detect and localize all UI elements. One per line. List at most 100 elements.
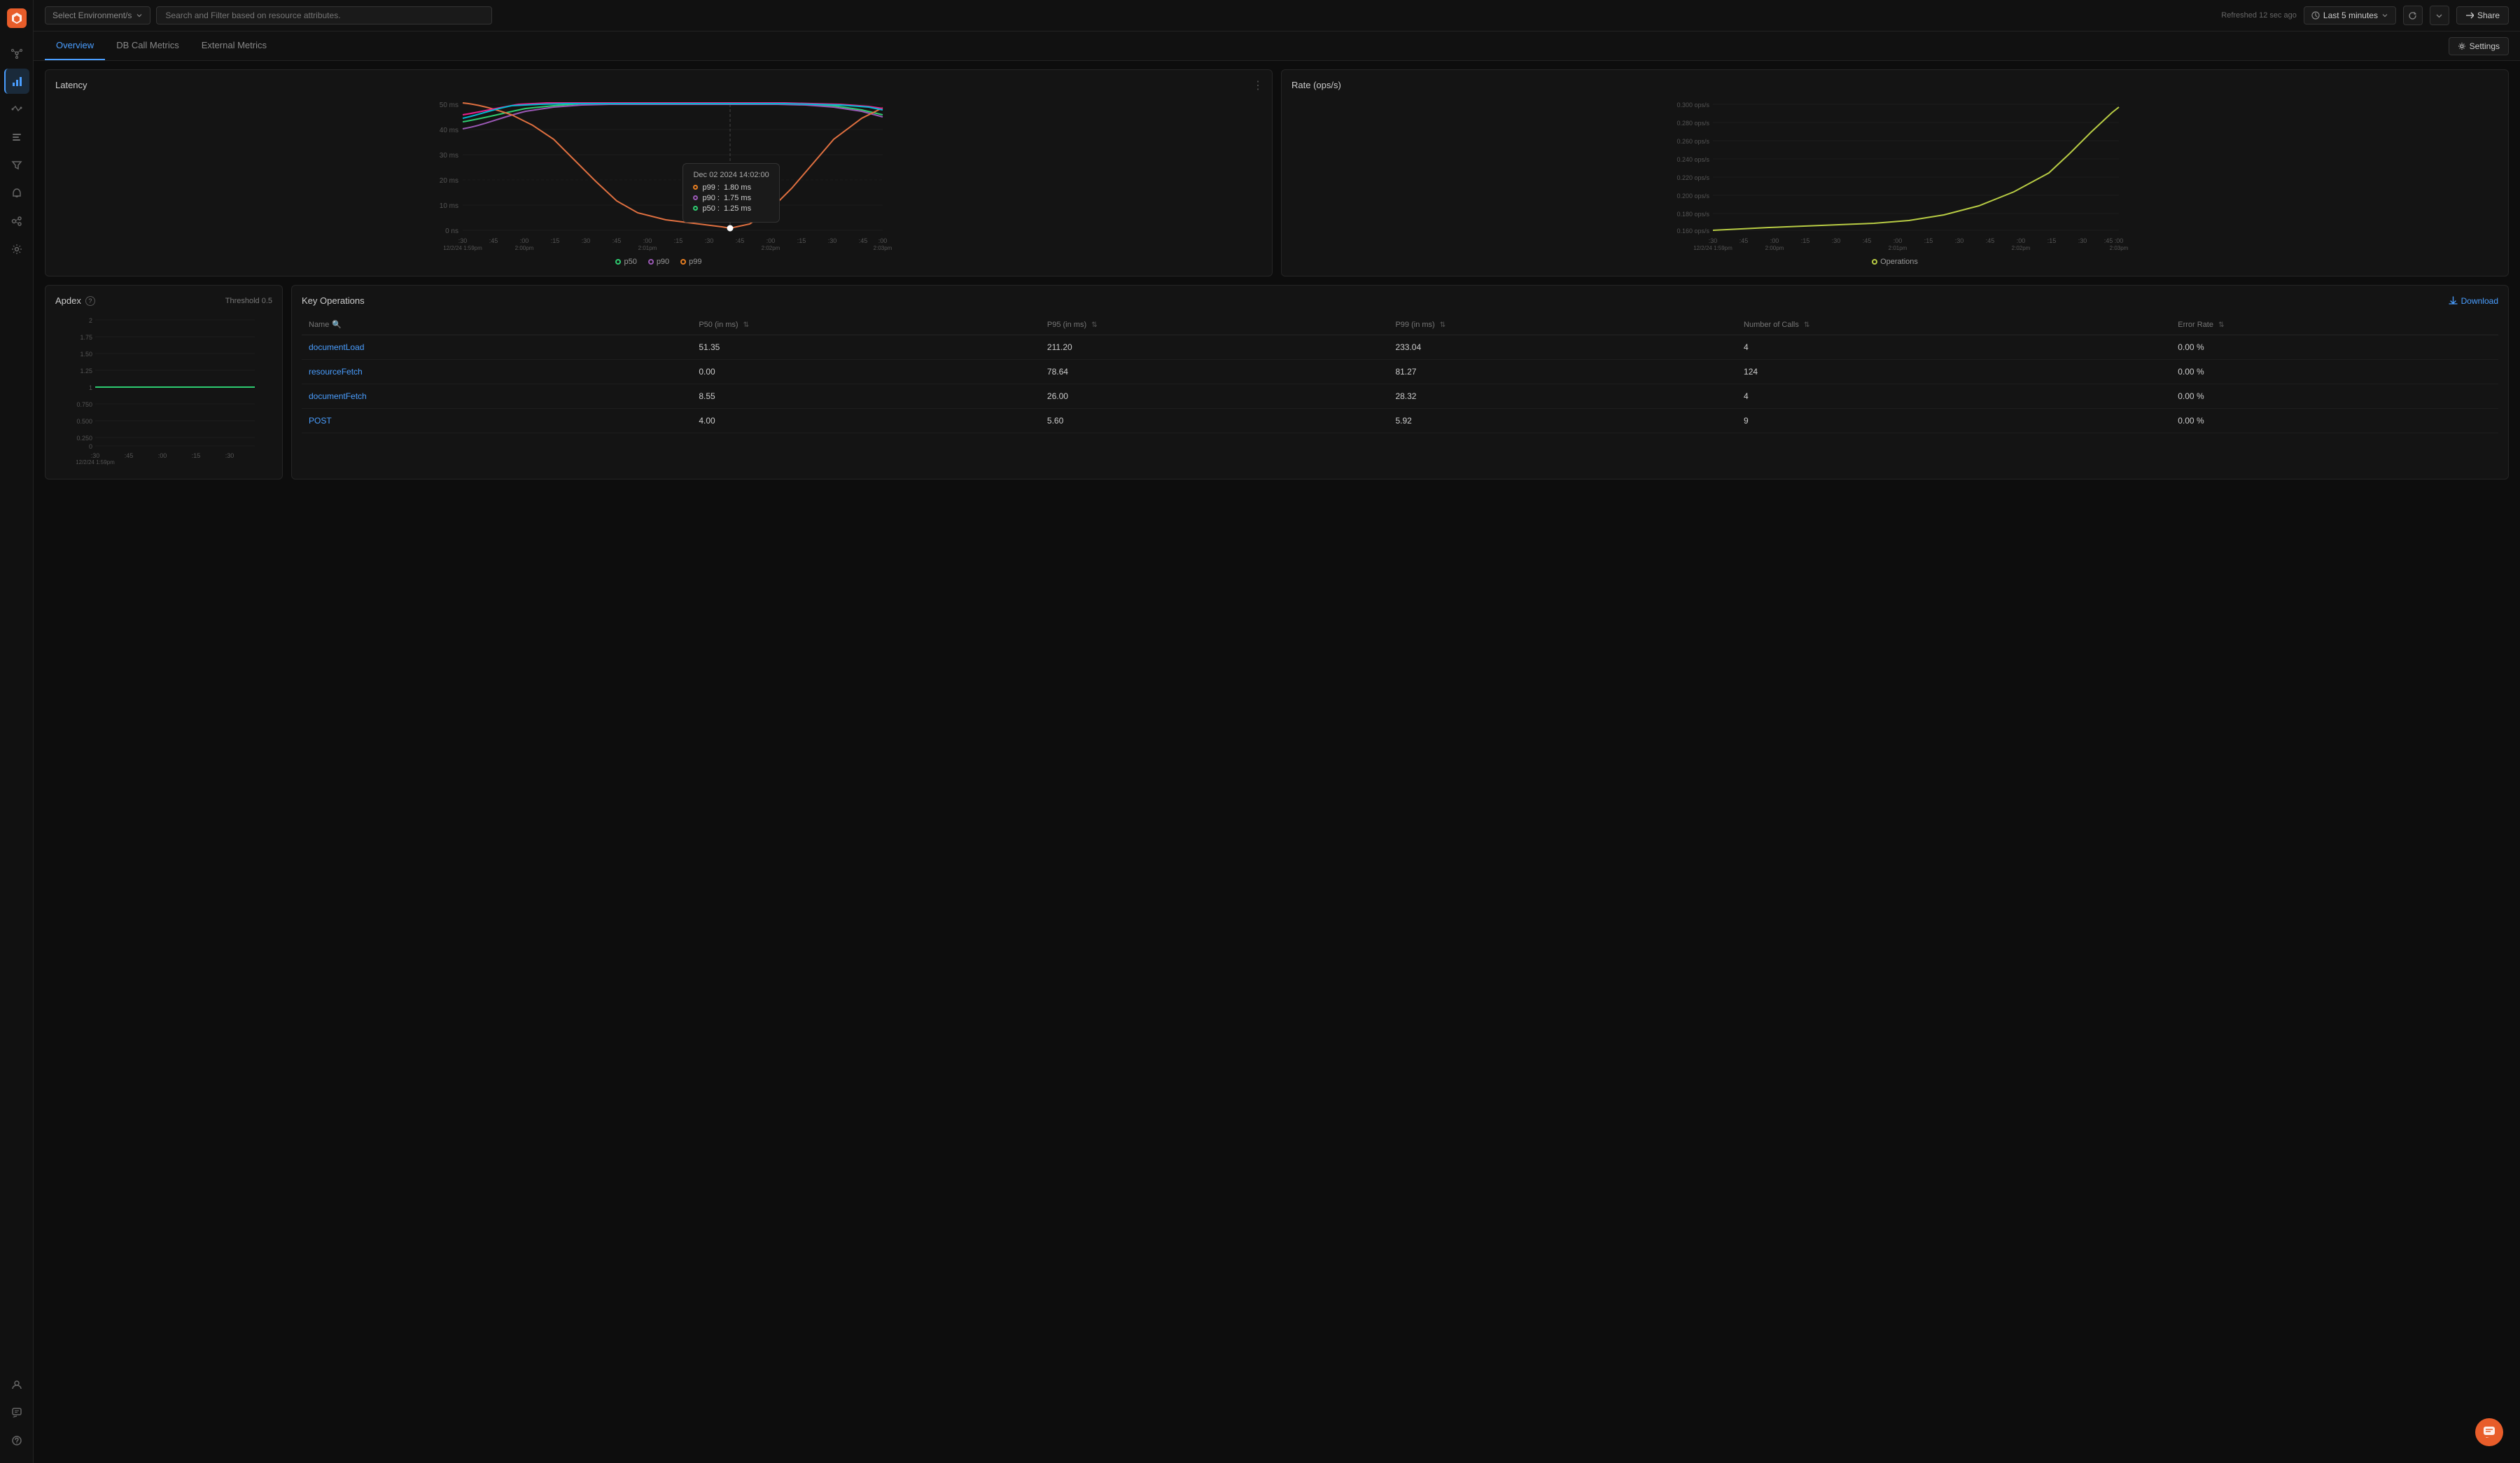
chat-bubble[interactable] — [2475, 1418, 2503, 1446]
environment-select[interactable]: Select Environment/s — [45, 6, 150, 24]
row-calls-resourceFetch: 124 — [1737, 360, 2171, 384]
svg-text::30: :30 — [705, 237, 714, 244]
sidebar-icon-help[interactable] — [4, 1428, 29, 1453]
subnav-tabs: Overview DB Call Metrics External Metric… — [45, 31, 278, 60]
download-button[interactable]: Download — [2449, 296, 2498, 306]
svg-text::30: :30 — [1955, 237, 1964, 244]
sidebar-icon-topology[interactable] — [4, 41, 29, 66]
key-operations-card: Key Operations Download — [291, 285, 2509, 479]
th-p50: P50 (in ms) ⇅ — [692, 314, 1040, 335]
table-row: documentLoad 51.35 211.20 233.04 4 0.00 … — [302, 335, 2498, 360]
p50-sort-icon[interactable]: ⇅ — [743, 321, 749, 329]
row-name-documentFetch[interactable]: documentFetch — [302, 384, 692, 409]
sidebar-icon-metrics[interactable] — [4, 69, 29, 94]
share-button[interactable]: Share — [2456, 6, 2509, 24]
svg-text::00: :00 — [643, 237, 652, 244]
page-area: Latency ⋮ — [34, 61, 2520, 1463]
table-row: POST 4.00 5.60 5.92 9 0.00 % — [302, 409, 2498, 433]
svg-text:10 ms: 10 ms — [440, 202, 458, 210]
svg-text:2:02pm: 2:02pm — [2012, 245, 2031, 251]
settings-icon — [2458, 42, 2466, 50]
sidebar-icon-alerts[interactable] — [4, 181, 29, 206]
sidebar-icon-integrations[interactable] — [4, 209, 29, 234]
apdex-chart-svg: 2 1.75 1.50 1.25 1 0.750 0.500 0.250 0 — [55, 313, 272, 467]
svg-text::15: :15 — [674, 237, 683, 244]
legend-item-p90: p90 — [648, 258, 669, 266]
svg-text:0.200 ops/s: 0.200 ops/s — [1676, 192, 1709, 200]
svg-text:2: 2 — [89, 317, 92, 324]
svg-text:0.280 ops/s: 0.280 ops/s — [1676, 120, 1709, 127]
settings-label: Settings — [2470, 41, 2500, 51]
apdex-help-icon[interactable]: ? — [85, 296, 95, 306]
tab-overview[interactable]: Overview — [45, 31, 105, 60]
download-label: Download — [2461, 296, 2498, 306]
p50-legend-dot — [615, 259, 621, 265]
p99-legend-label: p99 — [689, 258, 701, 266]
th-p95: P95 (in ms) ⇅ — [1040, 314, 1389, 335]
chevron-down-icon-2 — [2381, 12, 2388, 19]
svg-text:30 ms: 30 ms — [440, 152, 458, 160]
svg-text:40 ms: 40 ms — [440, 127, 458, 134]
svg-text::15: :15 — [551, 237, 560, 244]
table-row: resourceFetch 0.00 78.64 81.27 124 0.00 … — [302, 360, 2498, 384]
operations-legend-dot — [1872, 259, 1877, 265]
row-p95-documentLoad: 211.20 — [1040, 335, 1389, 360]
row-p50-resourceFetch: 0.00 — [692, 360, 1040, 384]
ops-title: Key Operations — [302, 295, 365, 306]
svg-text::00: :00 — [1770, 237, 1779, 244]
sidebar-icon-filter[interactable] — [4, 153, 29, 178]
svg-text:0.300 ops/s: 0.300 ops/s — [1676, 102, 1709, 108]
svg-text::30: :30 — [582, 237, 591, 244]
svg-text::00: :00 — [878, 237, 888, 244]
row-name-post[interactable]: POST — [302, 409, 692, 433]
table-header-row: Name 🔍 P50 (in ms) ⇅ P95 (in ms) — [302, 314, 2498, 335]
tab-db-call-metrics[interactable]: DB Call Metrics — [105, 31, 190, 60]
sidebar-icon-settings[interactable] — [4, 237, 29, 262]
more-options-button[interactable] — [2430, 6, 2449, 25]
latency-chart-menu[interactable]: ⋮ — [1252, 78, 1264, 92]
th-name: Name 🔍 — [302, 314, 692, 335]
sidebar-icon-traces[interactable] — [4, 97, 29, 122]
row-p50-documentFetch: 8.55 — [692, 384, 1040, 409]
row-p99-post: 5.92 — [1388, 409, 1737, 433]
p95-sort-icon[interactable]: ⇅ — [1091, 321, 1097, 329]
latency-chart-title: Latency — [55, 80, 1262, 90]
error-rate-sort-icon[interactable]: ⇅ — [2218, 321, 2224, 329]
latency-chart-svg: 50 ms 40 ms 30 ms 20 ms 10 ms 0 ns — [55, 97, 1262, 251]
subnav-bar: Overview DB Call Metrics External Metric… — [34, 31, 2520, 61]
refresh-info: Refreshed 12 sec ago — [2221, 11, 2297, 20]
sidebar-icon-workspace[interactable] — [4, 1372, 29, 1397]
name-search-icon[interactable]: 🔍 — [332, 320, 342, 329]
time-range-selector[interactable]: Last 5 minutes — [2304, 6, 2396, 24]
svg-text::45: :45 — [125, 452, 134, 459]
svg-text:0.220 ops/s: 0.220 ops/s — [1676, 174, 1709, 181]
rate-legend: Operations — [1292, 258, 2498, 266]
row-p99-resourceFetch: 81.27 — [1388, 360, 1737, 384]
svg-text::45: :45 — [2104, 237, 2113, 244]
svg-text::30: :30 — [2078, 237, 2087, 244]
latency-chart-card: Latency ⋮ — [45, 69, 1273, 276]
svg-text::45: :45 — [736, 237, 745, 244]
row-name-documentLoad[interactable]: documentLoad — [302, 335, 692, 360]
row-name-resourceFetch[interactable]: resourceFetch — [302, 360, 692, 384]
row-p99-documentLoad: 233.04 — [1388, 335, 1737, 360]
chevron-down-icon — [136, 12, 143, 19]
refresh-button[interactable] — [2403, 6, 2423, 25]
row-error-resourceFetch: 0.00 % — [2171, 360, 2498, 384]
calls-sort-icon[interactable]: ⇅ — [1804, 321, 1809, 329]
row-p99-documentFetch: 28.32 — [1388, 384, 1737, 409]
main-content: Select Environment/s Refreshed 12 sec ag… — [34, 0, 2520, 1463]
sidebar-icon-logs[interactable] — [4, 125, 29, 150]
settings-button[interactable]: Settings — [2449, 37, 2509, 55]
rate-chart-card: Rate (ops/s) — [1281, 69, 2509, 276]
search-input[interactable] — [156, 6, 492, 24]
operations-legend-label: Operations — [1880, 258, 1918, 266]
svg-text::15: :15 — [192, 452, 201, 459]
p99-sort-icon[interactable]: ⇅ — [1440, 321, 1446, 329]
tab-external-metrics[interactable]: External Metrics — [190, 31, 278, 60]
th-p99: P99 (in ms) ⇅ — [1388, 314, 1737, 335]
sidebar-icon-chat[interactable] — [4, 1400, 29, 1425]
topbar: Select Environment/s Refreshed 12 sec ag… — [34, 0, 2520, 31]
row-error-documentFetch: 0.00 % — [2171, 384, 2498, 409]
svg-text:2:02pm: 2:02pm — [762, 245, 780, 251]
